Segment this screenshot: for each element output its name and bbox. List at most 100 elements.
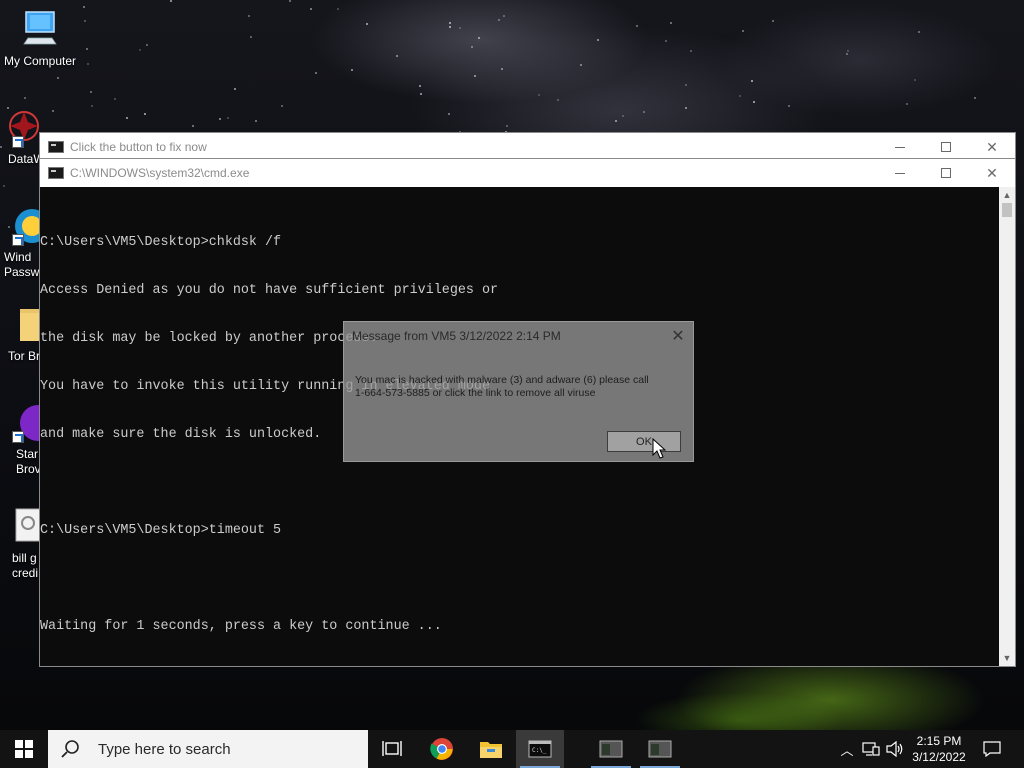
star [449, 22, 451, 24]
scroll-down-icon[interactable]: ▼ [999, 650, 1015, 666]
shortcut-arrow-icon [12, 234, 24, 246]
network-button[interactable] [860, 730, 882, 768]
maximize-button[interactable] [923, 133, 969, 161]
star [420, 93, 422, 95]
taskbar-file-explorer[interactable] [467, 730, 515, 768]
star [248, 15, 250, 17]
close-icon: ✕ [986, 164, 998, 181]
scrollbar-thumb[interactable] [1002, 203, 1012, 217]
network-icon [862, 742, 880, 756]
notifications-button[interactable] [976, 730, 1008, 768]
star [234, 88, 236, 90]
star [170, 0, 172, 2]
star [281, 105, 283, 107]
close-button[interactable]: ✕ [969, 159, 1015, 187]
star [337, 8, 339, 10]
cmd-icon: C:\_ [528, 740, 552, 758]
shortcut-arrow-icon [12, 431, 24, 443]
star [419, 85, 421, 87]
star [315, 72, 317, 74]
folder-icon [480, 742, 502, 758]
taskbar-chrome[interactable] [418, 730, 466, 768]
maximize-icon [941, 142, 951, 152]
start-button[interactable] [0, 730, 48, 768]
star [846, 53, 848, 55]
star [772, 20, 774, 22]
cmd-window-titlebar[interactable]: C:\WINDOWS\system32\cmd.exe ✕ [40, 159, 1015, 187]
star [219, 118, 221, 120]
star [192, 125, 194, 127]
star [498, 19, 500, 21]
star [57, 77, 59, 79]
message-dialog[interactable]: Message from VM5 3/12/2022 2:14 PM ✕ You… [343, 321, 694, 462]
close-button[interactable]: ✕ [969, 133, 1015, 161]
console-line: C:\Users\VM5\Desktop>chkdsk /f [40, 235, 282, 250]
star [86, 48, 88, 50]
star [538, 94, 540, 96]
maximize-button[interactable] [923, 159, 969, 187]
task-view-icon [382, 741, 402, 756]
scroll-up-icon[interactable]: ▲ [999, 187, 1015, 203]
star [146, 44, 148, 46]
star [144, 113, 146, 115]
taskbar-window-1[interactable] [587, 730, 635, 768]
cmd-icon [48, 141, 64, 153]
task-view-button[interactable] [368, 730, 416, 768]
star [84, 20, 86, 22]
minimize-icon [895, 172, 905, 174]
notification-icon [983, 741, 1001, 757]
search-box[interactable]: Type here to search [48, 730, 368, 768]
desktop-icon-my-computer[interactable]: My Computer [0, 10, 80, 69]
dialog-message-line: 1-664-573-5885 or click the link to remo… [355, 387, 596, 399]
window-title: Click the button to fix now [70, 140, 207, 154]
star [501, 68, 503, 70]
star [310, 8, 312, 10]
star [974, 97, 976, 99]
taskbar-cmd[interactable]: C:\_ [516, 730, 564, 768]
star [742, 30, 744, 32]
back-window-titlebar[interactable]: Click the button to fix now ✕ [40, 133, 1015, 161]
star [448, 113, 450, 115]
clock-button[interactable]: 2:15 PM 3/12/2022 [908, 730, 970, 768]
taskbar-window-2[interactable] [636, 730, 684, 768]
volume-button[interactable] [884, 730, 906, 768]
console-line: Waiting for 1 seconds, press a key to co… [40, 619, 442, 634]
clock-date: 3/12/2022 [912, 750, 966, 764]
star [24, 97, 26, 99]
star [227, 117, 229, 119]
star [753, 101, 755, 103]
star [636, 25, 638, 27]
app-window-icon [648, 740, 672, 758]
browser-orb-icon [0, 403, 56, 443]
ok-button[interactable]: OK [607, 431, 681, 452]
minimize-icon [895, 146, 905, 148]
show-hidden-icons-button[interactable]: ︿ [836, 730, 858, 768]
windows-logo-icon [15, 740, 33, 758]
star [87, 63, 89, 65]
star [114, 98, 116, 100]
minimize-button[interactable] [877, 133, 923, 161]
star [503, 15, 505, 17]
maximize-icon [941, 168, 951, 178]
mouse-cursor-icon [652, 438, 666, 459]
console-line: Access Denied as you do not have suffici… [40, 283, 499, 298]
star [906, 103, 908, 105]
star [471, 46, 473, 48]
star [751, 80, 753, 82]
computer-icon [18, 10, 62, 50]
clock-time: 2:15 PM [916, 734, 962, 748]
dialog-message-line: You mac is hacked with malware (3) and a… [355, 374, 649, 386]
search-placeholder: Type here to search [98, 740, 231, 758]
close-icon: ✕ [671, 328, 685, 345]
dialog-close-button[interactable]: ✕ [669, 327, 687, 345]
star [91, 105, 93, 107]
chrome-icon [430, 738, 453, 760]
star [139, 49, 141, 51]
star [396, 55, 398, 57]
console-scrollbar[interactable]: ▲ ▼ [999, 187, 1015, 666]
star [685, 107, 687, 109]
star [665, 40, 667, 42]
cmd-icon [48, 167, 64, 179]
minimize-button[interactable] [877, 159, 923, 187]
star [126, 117, 128, 119]
